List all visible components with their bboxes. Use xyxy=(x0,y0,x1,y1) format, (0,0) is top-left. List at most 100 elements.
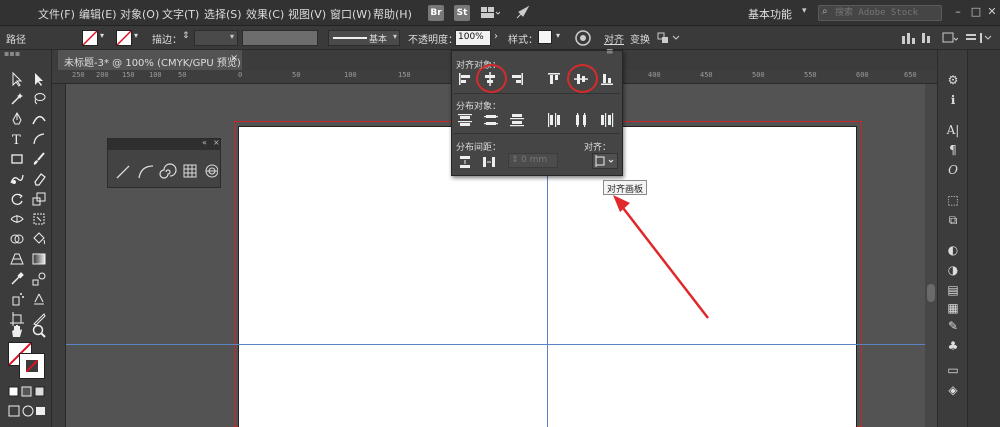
opentype-icon[interactable]: O xyxy=(944,162,962,178)
transform-icon[interactable]: ⬚ xyxy=(944,192,962,208)
paintbrush-tool-icon[interactable] xyxy=(30,150,48,168)
brush-definition[interactable]: 基本 ▾ xyxy=(328,30,400,46)
stock-search-input[interactable] xyxy=(835,7,940,19)
horizontal-distribute-center-icon[interactable] xyxy=(574,113,588,127)
menu-effect[interactable]: 效果(C) xyxy=(246,6,284,22)
drawing-mode-buttons[interactable] xyxy=(8,404,48,418)
fill-stroke-widget[interactable] xyxy=(6,342,46,379)
close-window-icon[interactable]: ✕ xyxy=(984,4,1000,20)
stroke-weight-field[interactable]: ▾ xyxy=(194,30,238,46)
stroke-stepper-icon[interactable]: ⇕ xyxy=(182,31,190,41)
document-tab[interactable]: 未标题-3* @ 100% (CMYK/GPU 预览) × xyxy=(58,50,242,70)
control-panel-menu-icon[interactable] xyxy=(940,30,959,46)
close-tab-icon[interactable]: × xyxy=(230,53,238,64)
brushes-icon[interactable]: ✎ xyxy=(944,318,962,334)
maximize-icon[interactable]: □ xyxy=(968,4,984,20)
selection-tool-icon[interactable] xyxy=(8,70,26,88)
vertical-distribute-center-icon[interactable] xyxy=(484,113,498,127)
horizontal-distribute-right-icon[interactable] xyxy=(600,113,614,127)
stroke-swatch[interactable] xyxy=(116,30,132,46)
chevron-right-icon[interactable]: › xyxy=(494,31,498,42)
align-to-buttons[interactable] xyxy=(900,30,936,46)
rotate-tool-icon[interactable] xyxy=(8,190,26,208)
recolor-artwork-icon[interactable] xyxy=(574,29,592,47)
lasso-tool-icon[interactable] xyxy=(30,90,48,108)
width-tool-icon[interactable] xyxy=(8,210,26,228)
color-guide-icon[interactable]: ▤ xyxy=(944,282,962,298)
minimize-icon[interactable]: – xyxy=(950,4,966,20)
shaper-tool-icon[interactable] xyxy=(8,170,26,188)
info-icon[interactable]: ℹ xyxy=(944,92,962,108)
close-icon[interactable]: × xyxy=(213,138,220,147)
gpu-performance-icon[interactable] xyxy=(514,5,530,21)
panel-menu-icon[interactable]: ≡ xyxy=(606,47,614,57)
bridge-badge[interactable]: Br xyxy=(428,5,444,21)
scale-tool-icon[interactable] xyxy=(30,190,48,208)
stroke-dropdown-chevron-icon[interactable]: ▾ xyxy=(134,31,138,40)
curvature-tool-icon[interactable] xyxy=(30,110,48,128)
paragraph-icon[interactable]: ¶ xyxy=(944,142,962,158)
fill-dropdown-chevron-icon[interactable]: ▾ xyxy=(100,31,104,40)
scrollbar-thumb[interactable] xyxy=(927,284,935,302)
live-paint-bucket-icon[interactable] xyxy=(30,230,48,248)
vertical-scrollbar[interactable] xyxy=(925,84,937,427)
align-to-dropdown[interactable] xyxy=(592,153,618,169)
stock-search[interactable]: ⌕ xyxy=(818,5,942,21)
symbols-icon[interactable]: ♣ xyxy=(944,338,962,354)
vertical-distribute-space-icon[interactable] xyxy=(458,155,472,169)
vertical-distribute-top-icon[interactable] xyxy=(458,113,472,127)
stock-badge[interactable]: St xyxy=(454,5,470,21)
arrange-documents-icon[interactable] xyxy=(480,6,501,20)
vertical-distribute-bottom-icon[interactable] xyxy=(510,113,524,127)
chevron-down-icon[interactable]: ▾ xyxy=(802,6,807,16)
menu-help[interactable]: 帮助(H) xyxy=(373,6,412,22)
swatches-icon[interactable]: ▦ xyxy=(944,300,962,316)
workspace-switcher[interactable]: 基本功能 xyxy=(748,6,792,22)
horizontal-distribute-left-icon[interactable] xyxy=(547,113,561,127)
horizontal-align-right-icon[interactable] xyxy=(510,72,524,86)
panel-options-icon[interactable] xyxy=(964,30,992,46)
menu-type[interactable]: 文字(T) xyxy=(162,6,199,22)
zoom-tool-icon[interactable] xyxy=(30,322,48,340)
horizontal-distribute-space-icon[interactable] xyxy=(482,155,496,169)
column-graph-tool-icon[interactable] xyxy=(30,290,48,308)
horizontal-align-left-icon[interactable] xyxy=(458,72,472,86)
collapse-icon[interactable]: « xyxy=(202,138,207,147)
eraser-tool-icon[interactable] xyxy=(30,170,48,188)
transform-panel-link[interactable]: 变换 xyxy=(630,31,650,46)
menu-view[interactable]: 视图(V) xyxy=(288,6,326,22)
vertical-align-top-icon[interactable] xyxy=(547,72,561,86)
appearance-icon[interactable]: ◐ xyxy=(944,242,962,258)
fill-swatch[interactable] xyxy=(82,30,98,46)
menu-object[interactable]: 对象(O) xyxy=(120,6,159,22)
blend-tool-icon[interactable] xyxy=(30,270,48,288)
rectangle-tool-icon[interactable] xyxy=(8,150,26,168)
graphic-styles-icon[interactable]: ◑ xyxy=(944,262,962,278)
pen-tool-icon[interactable] xyxy=(8,110,26,128)
line-segment-tool-icon[interactable] xyxy=(30,130,48,148)
character-icon[interactable]: A| xyxy=(944,122,962,138)
line-tool-buttons[interactable] xyxy=(114,159,219,181)
horizontal-guide[interactable] xyxy=(66,344,925,345)
variable-width-profile[interactable] xyxy=(242,30,318,46)
shape-builder-tool-icon[interactable] xyxy=(8,230,26,248)
vertical-align-bottom-icon[interactable] xyxy=(600,72,614,86)
perspective-grid-tool-icon[interactable] xyxy=(8,250,26,268)
opacity-field[interactable]: 100% xyxy=(455,30,491,46)
tools-panel-collapse-handle[interactable]: ▪▪▪ xyxy=(4,50,48,58)
chevron-down-icon[interactable]: ▾ xyxy=(556,31,560,40)
type-tool-icon[interactable]: T xyxy=(8,130,26,148)
menu-edit[interactable]: 编辑(E) xyxy=(79,6,117,22)
gradient-tool-icon[interactable] xyxy=(30,250,48,268)
links-icon[interactable]: ▭ xyxy=(944,362,962,378)
magic-wand-tool-icon[interactable] xyxy=(8,90,26,108)
graphic-style-swatch[interactable] xyxy=(538,30,552,44)
color-mode-buttons[interactable] xyxy=(8,386,48,398)
spacing-value-field[interactable]: ⇕ 0 mm xyxy=(508,153,558,168)
menu-select[interactable]: 选择(S) xyxy=(204,6,242,22)
hand-tool-icon[interactable] xyxy=(8,322,26,340)
isolate-group-icon[interactable] xyxy=(656,31,682,45)
menu-window[interactable]: 窗口(W) xyxy=(330,6,371,22)
free-transform-tool-icon[interactable] xyxy=(30,210,48,228)
pathfinder-icon[interactable]: ⧉ xyxy=(944,212,962,228)
